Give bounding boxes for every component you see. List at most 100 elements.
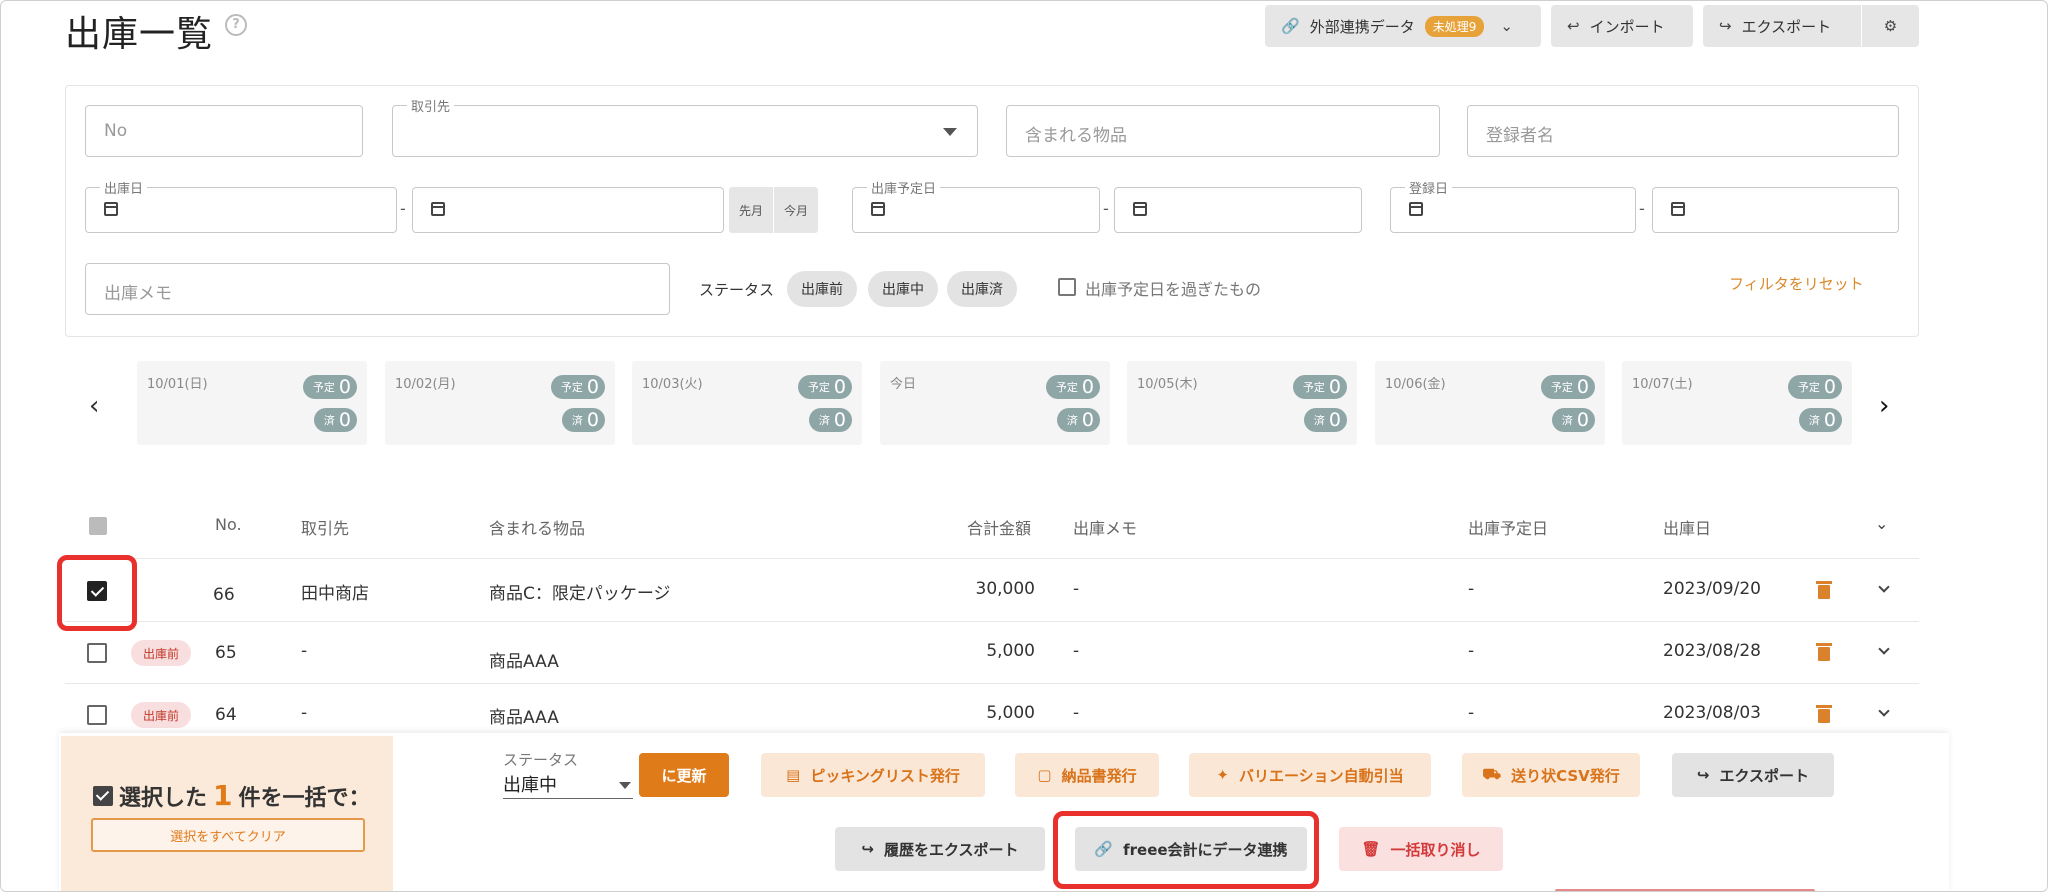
trash-icon[interactable] — [1816, 705, 1832, 723]
ship-date-to[interactable] — [412, 187, 724, 233]
memo-placeholder: 出庫メモ — [104, 284, 172, 304]
calendar-icon — [1671, 202, 1685, 216]
done-pill: 済0 — [1551, 408, 1595, 432]
settings-button[interactable]: ⚙ — [1862, 5, 1919, 47]
cell-no[interactable]: 64 — [215, 705, 237, 725]
chevron-left-icon[interactable]: ‹ — [89, 391, 99, 421]
chevron-down-icon[interactable] — [1878, 581, 1890, 593]
status-chip-in-progress[interactable]: 出庫中 — [868, 271, 938, 307]
chevron-right-icon[interactable]: › — [1879, 391, 1889, 421]
bulk-cancel-label: 一括取り消し — [1390, 840, 1481, 859]
cell-no[interactable]: 65 — [215, 643, 237, 663]
bulk-prefix: 選択した — [119, 785, 208, 811]
done-key: 済 — [1313, 414, 1325, 427]
reset-filters-link[interactable]: フィルタをリセット — [1729, 273, 1864, 294]
planned-key: 予定 — [1550, 381, 1573, 394]
shipping-csv-button[interactable]: ⛟ 送り状CSV発行 — [1462, 753, 1640, 797]
planned-date-from[interactable]: 出庫予定日 — [852, 178, 1100, 233]
status-filter-label: ステータス — [699, 281, 775, 299]
no-input[interactable]: No — [85, 105, 363, 157]
trash-icon[interactable] — [1816, 643, 1832, 661]
bulk-export-button[interactable]: ↪ エクスポート — [1672, 753, 1834, 797]
unprocessed-badge: 未処理9 — [1424, 15, 1485, 37]
planned-pill: 予定 0 — [1292, 375, 1347, 399]
header-partner: 取引先 — [301, 519, 350, 538]
planned-date-to[interactable] — [1114, 187, 1362, 233]
planned-count: 0 — [586, 376, 599, 398]
row-checkbox[interactable] — [87, 643, 107, 663]
import-button[interactable]: ↩ インポート — [1551, 5, 1693, 47]
day-card[interactable]: 10/02(月) 予定 0 済 0 — [385, 361, 615, 445]
calendar-icon — [431, 202, 445, 216]
header-memo: 出庫メモ — [1073, 519, 1138, 538]
cell-planned: - — [1468, 579, 1475, 599]
select-all-icon[interactable] — [89, 517, 107, 535]
row-checkbox[interactable] — [87, 705, 107, 725]
day-label: 10/07(土) — [1632, 377, 1693, 392]
registered-date-from[interactable]: 登録日 — [1390, 178, 1636, 233]
expand-all-icon[interactable]: ⌄ — [1875, 514, 1888, 533]
ship-date-from[interactable]: 出庫日 — [85, 178, 397, 233]
cell-total: 5,000 — [986, 703, 1035, 723]
cell-no[interactable]: 66 — [213, 585, 235, 605]
day-card[interactable]: 10/03(火) 予定 0 済 0 — [632, 361, 862, 445]
variation-allocation-button[interactable]: ✦ バリエーション自動引当 — [1189, 753, 1431, 797]
bulk-selection-text: 選択した 1 件を一括で： — [93, 779, 371, 812]
bulk-suffix: 件を一括で： — [238, 785, 371, 811]
planned-count: 0 — [338, 376, 351, 398]
status-chip-before[interactable]: 出庫前 — [787, 271, 857, 307]
bulk-count: 1 — [213, 779, 233, 812]
trash-icon[interactable] — [1816, 581, 1832, 599]
day-card[interactable]: 10/06(金) 予定 0 済 0 — [1375, 361, 1605, 445]
header-no: No. — [215, 515, 242, 534]
magic-wand-icon: ✦ — [1216, 766, 1229, 784]
partner-select[interactable]: 取引先 — [392, 96, 978, 157]
delivery-note-label: 納品書発行 — [1061, 766, 1137, 785]
header-items: 含まれる物品 — [489, 519, 586, 538]
items-input[interactable]: 含まれる物品 — [1006, 105, 1440, 157]
external-integration-button[interactable]: 🔗 外部連携データ 未処理9 ⌄ — [1265, 5, 1541, 47]
calendar-icon — [1133, 202, 1147, 216]
registered-date-label: 登録日 — [1405, 178, 1453, 197]
registered-date-to[interactable] — [1652, 187, 1899, 233]
status-chip-done[interactable]: 出庫済 — [947, 271, 1017, 307]
chevron-down-icon[interactable] — [1878, 643, 1890, 655]
cell-memo: - — [1073, 703, 1080, 723]
last-month-button[interactable]: 先月 — [729, 187, 773, 233]
planned-pill: 予定 0 — [797, 375, 852, 399]
picking-list-button[interactable]: ▤ ピッキングリスト発行 — [761, 753, 985, 797]
items-placeholder: 含まれる物品 — [1025, 126, 1127, 146]
update-status-button[interactable]: に更新 — [639, 753, 729, 797]
export-button[interactable]: ↪ エクスポート — [1703, 5, 1861, 47]
bulk-cancel-button[interactable]: 🗑 一括取り消し — [1339, 827, 1503, 871]
memo-input[interactable]: 出庫メモ — [85, 263, 670, 315]
cell-memo: - — [1073, 641, 1080, 661]
export-history-button[interactable]: ↪ 履歴をエクスポート — [835, 827, 1045, 871]
range-dash: - — [1639, 199, 1645, 218]
day-card[interactable]: 10/05(木) 予定 0 済 0 — [1127, 361, 1357, 445]
day-card[interactable]: 10/01(日) 予定 0 済 0 — [137, 361, 367, 445]
day-label: 10/06(金) — [1385, 377, 1446, 392]
page-title: 出庫一覧 — [65, 14, 214, 55]
delivery-note-button[interactable]: ▢ 納品書発行 — [1015, 753, 1159, 797]
done-count: 0 — [1081, 409, 1094, 431]
overdue-checkbox[interactable] — [1058, 278, 1076, 296]
calendar-icon — [104, 202, 118, 216]
planned-pill: 予定 0 — [1787, 375, 1842, 399]
bulk-status-select[interactable]: 出庫中 — [503, 771, 633, 799]
done-key: 済 — [1808, 414, 1820, 427]
dropdown-caret-icon — [943, 128, 957, 136]
overdue-label: 出庫予定日を過ぎたもの — [1085, 280, 1262, 299]
day-label: 10/05(木) — [1137, 377, 1198, 392]
chevron-down-icon[interactable] — [1878, 705, 1890, 717]
list-icon: ▤ — [786, 766, 801, 784]
shipping-csv-label: 送り状CSV発行 — [1511, 766, 1620, 785]
help-icon[interactable]: ? — [225, 14, 247, 36]
registrant-input[interactable]: 登録者名 — [1467, 105, 1899, 157]
range-dash: - — [1103, 199, 1109, 218]
day-card[interactable]: 10/07(土) 予定 0 済 0 — [1622, 361, 1852, 445]
planned-pill: 予定 0 — [550, 375, 605, 399]
day-card[interactable]: 今日 予定 0 済 0 — [880, 361, 1110, 445]
clear-selection-button[interactable]: 選択をすべてクリア — [91, 818, 365, 852]
this-month-button[interactable]: 今月 — [774, 187, 818, 233]
